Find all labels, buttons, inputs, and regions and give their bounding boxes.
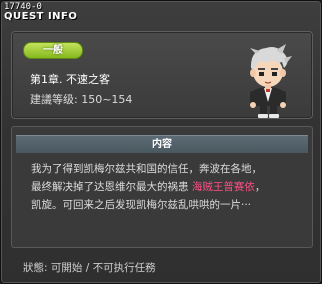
quest-level-requirement: 建議等级: 150~154 [30,93,133,106]
description-line-3: 凯旋。可回来之后发现凯梅尔兹乱哄哄的一片··· [31,199,252,211]
quest-status: 狀態: 可開始 / 不可执行任務 [23,262,156,274]
quest-info-window: 17740-0 QUEST INFO 一般 第1章. 不速之客 建議等级: 15… [0,0,322,284]
content-header: 内容 [16,135,308,153]
quest-content-panel: 内容 我为了得到凯梅尔兹共和国的信任，奔波在各地， 最终解决掉了达恩维尔最大的祸… [11,126,313,248]
description-line-2-text: 最终解决掉了达恩维尔最大的祸患 [31,181,192,193]
description-line-1: 我为了得到凯梅尔兹共和国的信任，奔波在各地， [31,163,262,175]
quest-summary-card: 一般 第1章. 不速之客 建議等级: 150~154 [11,31,313,119]
npc-portrait [250,44,292,118]
quest-category-badge: 一般 [23,42,83,59]
quest-title: 第1章. 不速之客 [30,73,110,86]
description-line-2: 最终解决掉了达恩维尔最大的祸患 海贼王普赛依， [31,178,301,196]
boss-name-highlight: 海贼王普赛依 [191,181,255,193]
description-line-2-tail: ， [254,181,266,193]
window-title: QUEST INFO [4,11,78,22]
quest-description: 我为了得到凯梅尔兹共和国的信任，奔波在各地， 最终解决掉了达恩维尔最大的祸患 海… [31,160,301,214]
